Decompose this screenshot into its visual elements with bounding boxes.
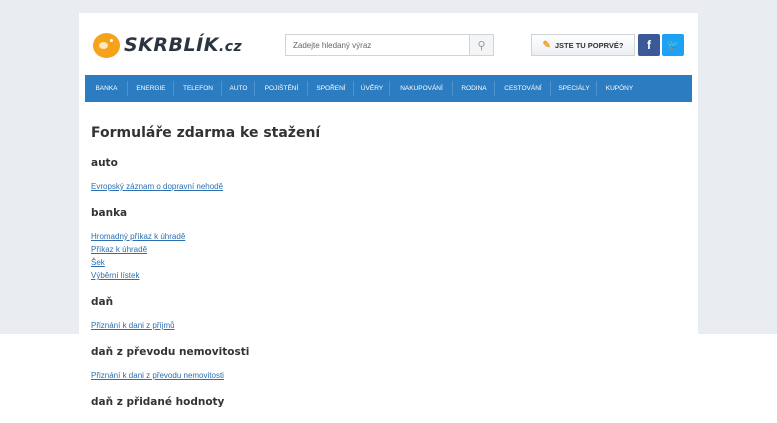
nav-item-auto[interactable]: AUTO — [222, 75, 255, 102]
form-download-link[interactable]: Šek — [91, 256, 681, 269]
form-download-link[interactable]: Přiznání k dani z převodu nemovitosti — [91, 369, 681, 382]
section-title: daň z převodu nemovitosti — [91, 346, 250, 358]
site-logo[interactable]: SKRBLÍK.cz — [93, 31, 242, 59]
form-download-link[interactable]: Výběrní lístek — [91, 269, 681, 282]
section-title: auto — [91, 157, 118, 169]
nav-item-banka[interactable]: BANKA — [85, 75, 128, 102]
form-section: daň Přiznání k dani z příjmů — [91, 296, 681, 332]
nav-item-rodina[interactable]: RODINA — [453, 75, 495, 102]
search-input[interactable] — [286, 35, 469, 55]
section-title: banka — [91, 207, 128, 219]
pencil-note-icon: ✎ — [542, 39, 551, 51]
site-header: SKRBLÍK.cz ⚲ ✎ JSTE TU POPRVÉ? f 🐦 BANKA… — [79, 13, 698, 102]
section-title: daň — [91, 296, 114, 308]
form-download-link[interactable]: Příkaz k úhradě — [91, 243, 681, 256]
section-title: daň z přidané hodnoty — [91, 396, 225, 408]
nav-item-úvěry[interactable]: ÚVĚRY — [354, 75, 390, 102]
piggy-bank-icon — [93, 32, 120, 58]
form-section: daň z přidané hodnoty — [91, 396, 681, 410]
nav-item-energie[interactable]: ENERGIE — [128, 75, 174, 102]
form-download-link[interactable]: Hromadný příkaz k úhradě — [91, 230, 681, 243]
nav-item-pojištění[interactable]: POJIŠTĚNÍ — [255, 75, 308, 102]
search-icon: ⚲ — [477, 39, 486, 52]
nav-item-spoření[interactable]: SPOŘENÍ — [308, 75, 354, 102]
search-button[interactable]: ⚲ — [469, 35, 493, 55]
page-container: SKRBLÍK.cz ⚲ ✎ JSTE TU POPRVÉ? f 🐦 BANKA… — [79, 13, 698, 423]
form-download-link[interactable]: Evropský záznam o dopravní nehodě — [91, 180, 681, 193]
nav-item-nakupování[interactable]: NAKUPOVÁNÍ — [390, 75, 453, 102]
facebook-button[interactable]: f — [638, 34, 660, 56]
twitter-button[interactable]: 🐦 — [662, 34, 684, 56]
nav-item-telefon[interactable]: TELEFON — [174, 75, 222, 102]
form-link-list: Evropský záznam o dopravní nehodě — [91, 180, 681, 193]
nav-item-speciály[interactable]: SPECIÁLY — [551, 75, 597, 102]
main-content: Formuláře zdarma ke stažení auto Evropský… — [91, 125, 681, 423]
nav-item-kupóny[interactable]: KUPÓNY — [597, 75, 642, 102]
form-download-link[interactable]: Přiznání k dani z příjmů — [91, 319, 681, 332]
form-link-list: Přiznání k dani z převodu nemovitosti — [91, 369, 681, 382]
form-section: daň z převodu nemovitosti Přiznání k dani… — [91, 346, 681, 382]
form-section: banka Hromadný příkaz k úhradě Příkaz k úh… — [91, 207, 681, 282]
logo-text: SKRBLÍK.cz — [124, 34, 242, 56]
logo-name: SKRBLÍK — [124, 34, 219, 56]
first-visit-label: JSTE TU POPRVÉ? — [554, 40, 624, 50]
form-link-list: Přiznání k dani z příjmů — [91, 319, 681, 332]
main-nav: BANKA ENERGIE TELEFON AUTO POJIŠTĚNÍ SPOŘENÍ Ú… — [85, 75, 692, 102]
form-section: auto Evropský záznam o dopravní nehodě — [91, 157, 681, 193]
twitter-icon: 🐦 — [666, 39, 680, 51]
page-title: Formuláře zdarma ke stažení — [91, 125, 321, 141]
facebook-icon: f — [647, 38, 651, 52]
logo-tld: .cz — [218, 39, 243, 55]
nav-item-cestování[interactable]: CESTOVÁNÍ — [495, 75, 551, 102]
form-link-list: Hromadný příkaz k úhradě Příkaz k úhradě Š… — [91, 230, 681, 282]
first-visit-button[interactable]: ✎ JSTE TU POPRVÉ? — [531, 34, 635, 56]
search-box: ⚲ — [285, 34, 494, 56]
